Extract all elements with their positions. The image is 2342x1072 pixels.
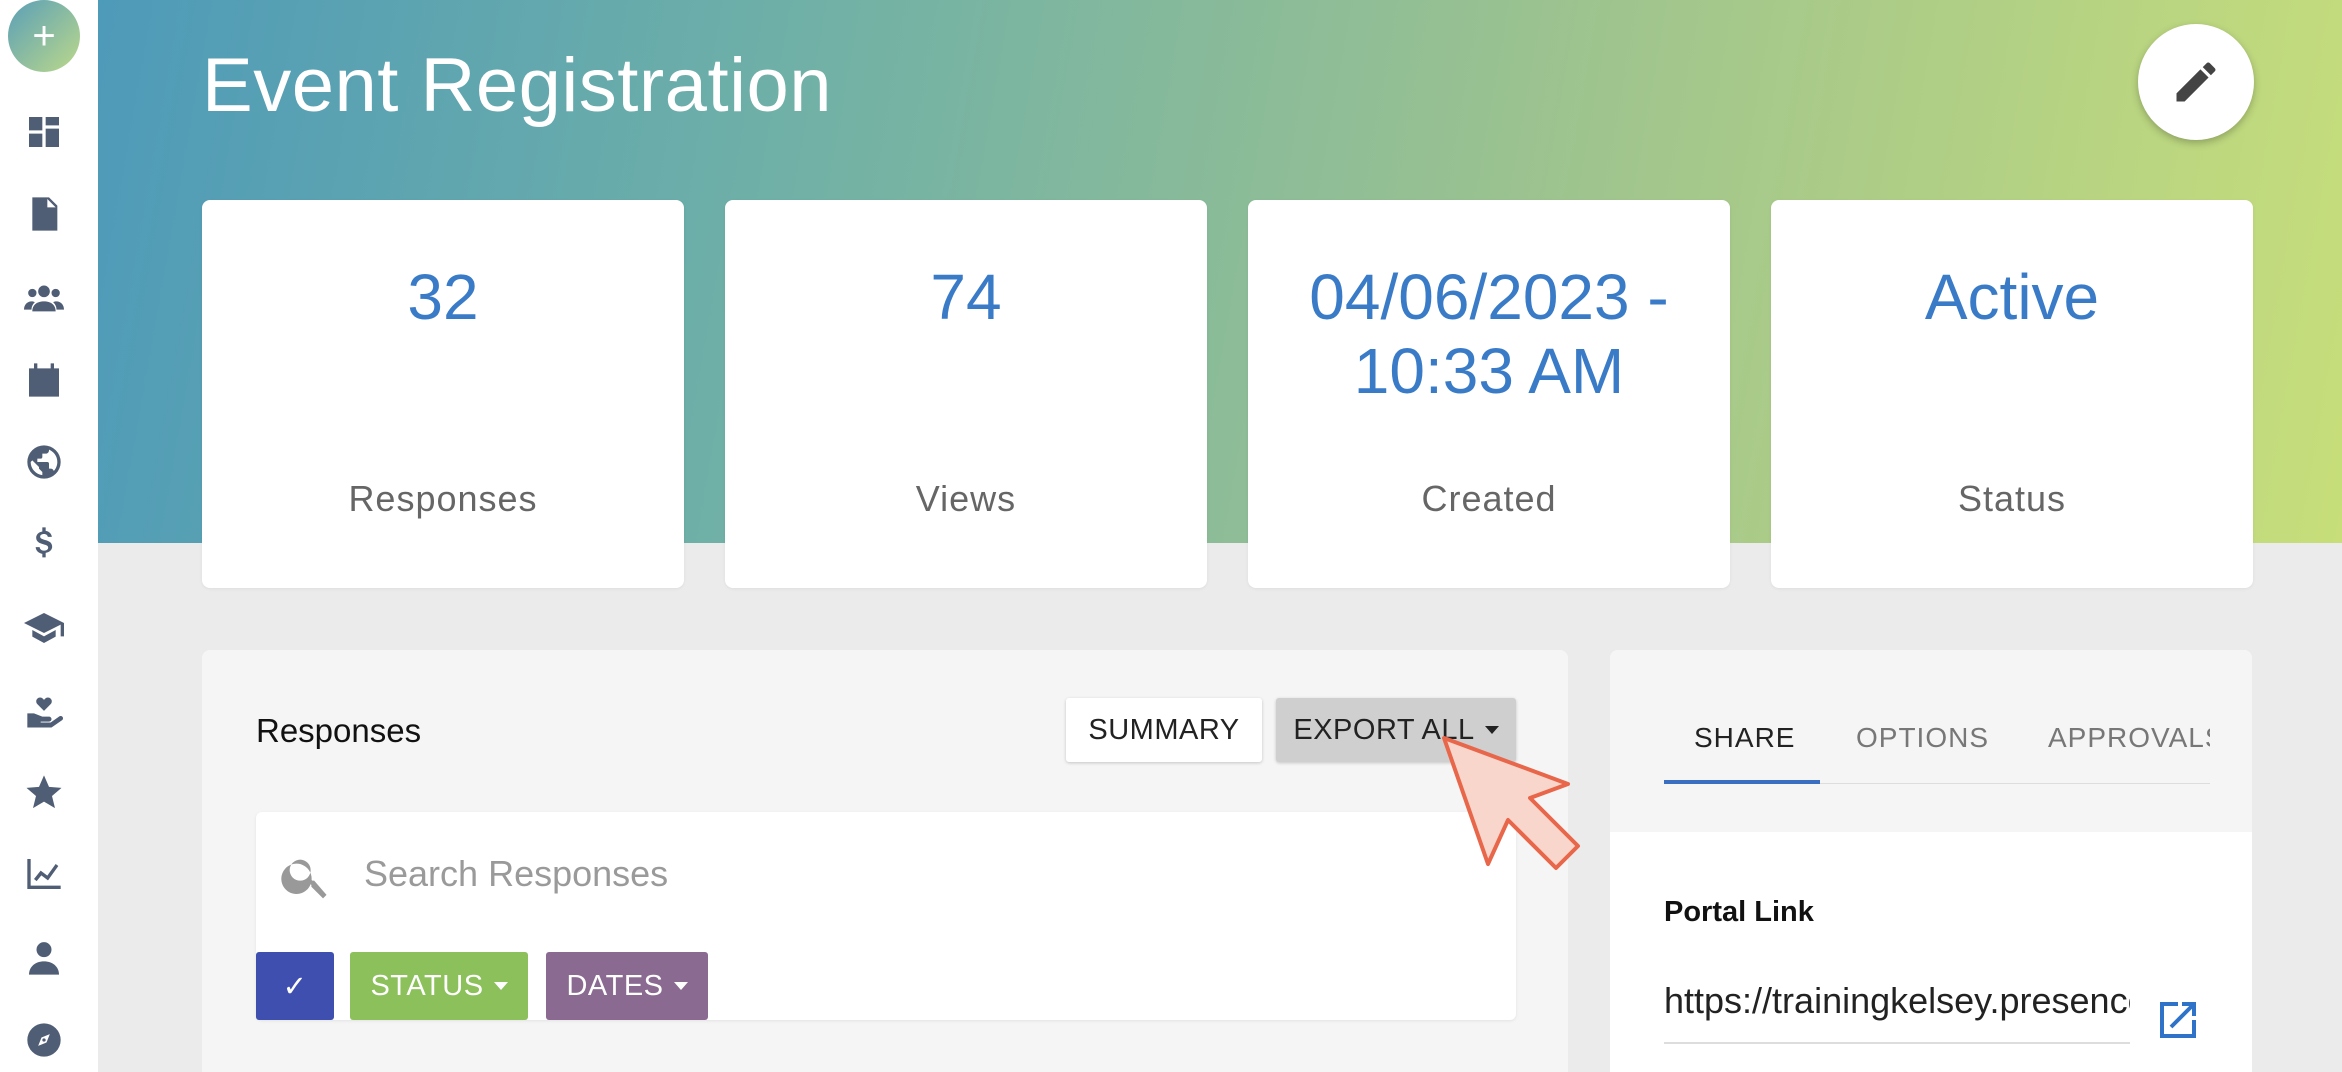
globe-icon[interactable]	[22, 440, 66, 484]
graduation-cap-icon[interactable]	[22, 606, 66, 650]
stat-card-created: 04/06/2023 - 10:33 AM Created	[1248, 200, 1730, 588]
active-tab-indicator	[1664, 780, 1820, 784]
summary-button[interactable]: SUMMARY	[1066, 698, 1262, 762]
star-icon[interactable]	[22, 770, 66, 814]
search-box: ✓ STATUS DATES	[256, 812, 1516, 1020]
stat-value: Active	[1924, 261, 2100, 333]
calendar-icon[interactable]	[22, 358, 66, 402]
share-panel: SHARE OPTIONS APPROVALS Portal Link http…	[1610, 650, 2252, 1072]
user-icon[interactable]	[22, 936, 66, 980]
stat-value: 04/06/2023 - 10:33 AM	[1309, 261, 1669, 407]
dollar-icon[interactable]	[22, 522, 66, 566]
caret-down-icon	[1484, 726, 1499, 734]
search-input[interactable]	[364, 842, 1464, 906]
caret-down-icon	[493, 982, 508, 990]
dates-filter[interactable]: DATES	[546, 952, 708, 1020]
portal-link-field[interactable]: https://trainingkelsey.presence.io	[1664, 980, 2130, 1022]
summary-label: SUMMARY	[1088, 713, 1240, 746]
tab-approvals[interactable]: APPROVALS	[2048, 722, 2210, 754]
add-button[interactable]: +	[8, 0, 80, 72]
pencil-icon	[2176, 62, 2216, 102]
caret-down-icon	[673, 982, 688, 990]
stat-card-status: Active Status	[1771, 200, 2253, 588]
document-icon[interactable]	[22, 192, 66, 236]
chart-icon[interactable]	[22, 852, 66, 896]
compass-icon[interactable]	[22, 1018, 66, 1062]
responses-panel: Responses SUMMARY EXPORT ALL ✓ STATUS DA…	[202, 650, 1568, 1072]
page-title: Event Registration	[202, 43, 832, 128]
status-filter-label: STATUS	[370, 969, 484, 1002]
dashboard-icon[interactable]	[22, 110, 66, 154]
status-filter[interactable]: STATUS	[350, 952, 528, 1020]
stat-card-responses: 32 Responses	[202, 200, 684, 588]
search-icon	[278, 848, 334, 904]
select-all-checkbox[interactable]: ✓	[256, 952, 334, 1020]
users-icon[interactable]	[22, 276, 66, 320]
tab-bar: SHARE OPTIONS APPROVALS	[1610, 650, 2252, 832]
dates-filter-label: DATES	[566, 969, 664, 1002]
tab-options[interactable]: OPTIONS	[1856, 722, 1989, 754]
stat-label: Status	[1957, 478, 2067, 519]
sidebar: +	[0, 0, 98, 1072]
hand-heart-icon[interactable]	[22, 688, 66, 732]
stat-label: Responses	[348, 478, 538, 519]
edit-button[interactable]	[2138, 24, 2254, 140]
check-icon: ✓	[282, 970, 308, 1003]
stat-value: 74	[930, 261, 1002, 333]
portal-link-underline	[1664, 1042, 2130, 1044]
responses-title: Responses	[256, 712, 422, 749]
stat-card-views: 74 Views	[725, 200, 1207, 588]
stat-label: Views	[915, 478, 1017, 519]
portal-link-label: Portal Link	[1664, 896, 1814, 928]
open-external-icon[interactable]	[2154, 996, 2202, 1044]
tab-share[interactable]: SHARE	[1694, 722, 1795, 754]
mouse-cursor-icon	[1442, 736, 1580, 870]
stat-value: 32	[407, 261, 479, 333]
stat-label: Created	[1421, 478, 1557, 519]
plus-icon: +	[32, 13, 56, 58]
